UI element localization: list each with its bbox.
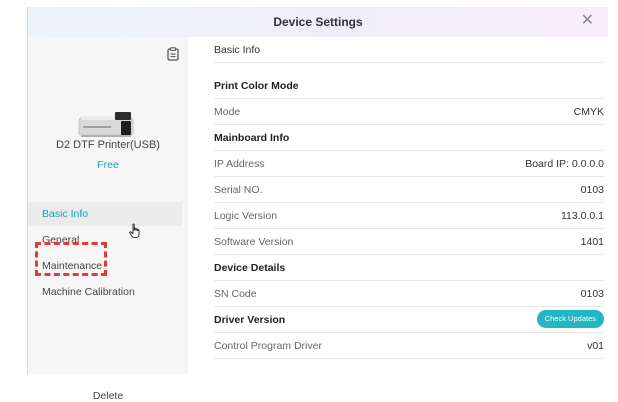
- field-label: IP Address: [214, 158, 265, 170]
- field-value: Board IP: 0.0.0.0: [525, 158, 604, 170]
- clipboard-icon[interactable]: [166, 47, 180, 61]
- info-row-serial-no: Serial NO. 0103: [214, 177, 604, 203]
- printer-image: [78, 112, 134, 137]
- info-row-software-version: Software Version 1401: [214, 229, 604, 255]
- hand-cursor-icon: [129, 223, 140, 239]
- field-value: 1401: [580, 236, 604, 248]
- info-row-ip-address: IP Address Board IP: 0.0.0.0: [214, 151, 604, 177]
- field-value: 113.0.0.1: [560, 210, 604, 222]
- device-status: Free: [97, 159, 119, 171]
- info-row-basic-info: Basic Info: [214, 37, 604, 63]
- device-name: D2 DTF Printer(USB): [56, 139, 160, 151]
- device-settings-window: Device Settings ✕ D2 DTF Printer(USB) Fr…: [27, 7, 608, 402]
- title-bar: Device Settings ✕: [28, 7, 608, 37]
- row-divider: [214, 62, 604, 63]
- row-divider: [214, 358, 604, 359]
- close-icon[interactable]: ✕: [581, 13, 594, 29]
- sidebar-item-basic-info[interactable]: Basic Info: [28, 202, 182, 226]
- field-value: 0103: [580, 288, 604, 300]
- field-label: Mode: [214, 106, 241, 118]
- window-title: Device Settings: [273, 15, 363, 29]
- annotation-highlight-box: [35, 242, 107, 276]
- field-label: Software Version: [214, 236, 294, 248]
- info-row-print-color-mode: Print Color Mode: [214, 73, 604, 99]
- field-value: 0103: [580, 184, 604, 196]
- info-row-device-details: Device Details: [214, 255, 604, 281]
- info-row-driver-version: Driver Version Check Updates: [214, 307, 604, 333]
- sidebar-item-machine-calibration[interactable]: Machine Calibration: [28, 280, 182, 304]
- field-label: Serial NO.: [214, 184, 263, 196]
- info-row-mainboard-info: Mainboard Info: [214, 125, 604, 151]
- field-label: Control Program Driver: [214, 340, 322, 352]
- info-row-control-program-driver: Control Program Driver v01: [214, 333, 604, 359]
- field-label: Logic Version: [214, 210, 278, 222]
- section-title: Mainboard Info: [214, 132, 290, 144]
- delete-button[interactable]: Delete: [28, 390, 188, 402]
- check-updates-button[interactable]: Check Updates: [536, 310, 604, 328]
- section-title: Driver Version: [214, 314, 286, 326]
- field-value: CMYK: [573, 106, 604, 118]
- info-row-sn-code: SN Code 0103: [214, 281, 604, 307]
- section-title: Device Details: [214, 262, 286, 274]
- sidebar: D2 DTF Printer(USB) Free Basic Info Gener…: [28, 37, 188, 402]
- info-row-mode: Mode CMYK: [214, 99, 604, 125]
- field-label: SN Code: [214, 288, 257, 300]
- info-row-logic-version: Logic Version 113.0.0.1: [214, 203, 604, 229]
- field-value: v01: [587, 340, 604, 352]
- section-title: Print Color Mode: [214, 80, 299, 92]
- section-title: Basic Info: [214, 44, 261, 56]
